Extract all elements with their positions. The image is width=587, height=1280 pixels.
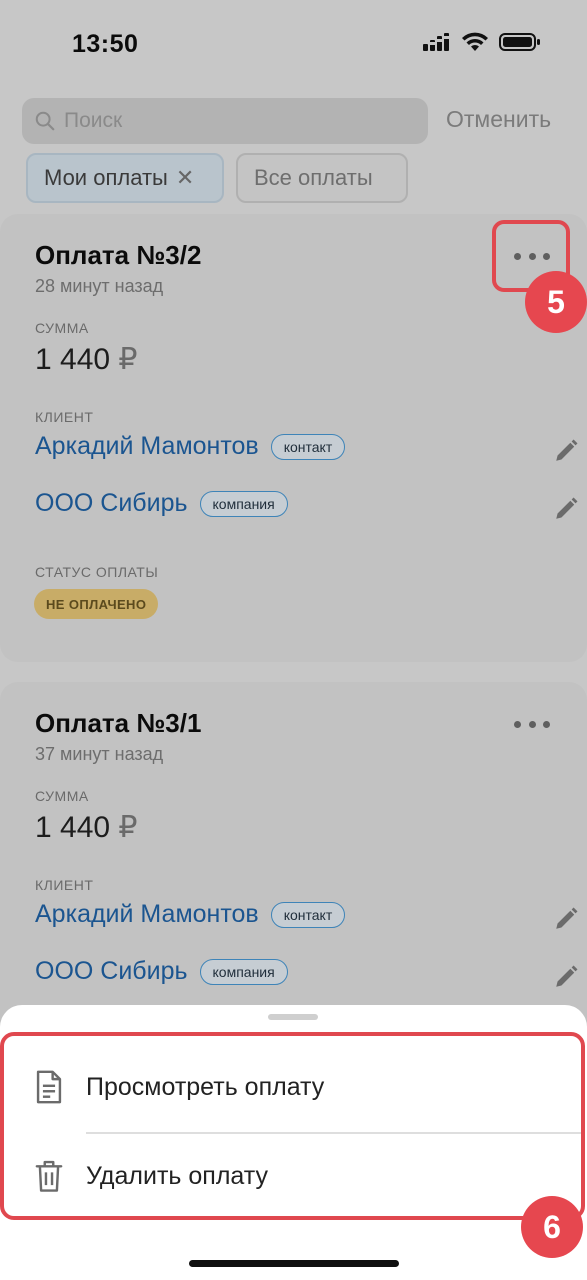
dot bbox=[514, 720, 521, 728]
view-payment-menu-item[interactable]: Просмотреть оплату bbox=[4, 1042, 581, 1132]
action-menu-highlight: Просмотреть оплату Удалить оплату bbox=[0, 1032, 585, 1220]
search-input[interactable]: Поиск bbox=[22, 98, 428, 144]
client-type-tag: компания bbox=[199, 958, 288, 985]
sheet-handle[interactable] bbox=[268, 1014, 318, 1020]
document-icon bbox=[36, 1070, 62, 1104]
amount-label: СУММА bbox=[35, 788, 89, 804]
search-icon bbox=[35, 111, 55, 131]
screen: 13:50 Поиск Отменить Мои оплаты ✕ Все оп… bbox=[0, 0, 587, 1280]
pencil-icon[interactable] bbox=[553, 496, 579, 522]
status-badge: НЕ ОПЛАЧЕНО bbox=[34, 589, 159, 619]
client-name-link[interactable]: ООО Сибирь bbox=[35, 489, 188, 518]
home-indicator bbox=[189, 1260, 399, 1267]
payment-time-ago: 37 минут назад bbox=[35, 744, 164, 764]
client-row: Аркадий Мамонтов контакт bbox=[35, 432, 346, 461]
client-type-tag: контакт bbox=[270, 433, 346, 460]
step-badge-5: 5 bbox=[525, 271, 587, 333]
client-name-link[interactable]: ООО Сибирь bbox=[35, 957, 188, 986]
more-options-button[interactable] bbox=[514, 714, 550, 734]
filter-chip-label: Мои оплаты bbox=[44, 165, 168, 190]
client-label: КЛИЕНТ bbox=[35, 409, 94, 425]
action-sheet: Просмотреть оплату Удалить оплату bbox=[0, 1005, 587, 1280]
status-icons bbox=[423, 32, 541, 52]
currency-symbol: ₽ bbox=[118, 343, 138, 376]
payment-amount: 1 440 ₽ bbox=[35, 342, 138, 377]
client-label: КЛИЕНТ bbox=[35, 877, 94, 893]
currency-symbol: ₽ bbox=[118, 811, 138, 844]
cancel-button[interactable]: Отменить bbox=[446, 106, 551, 133]
trash-icon bbox=[35, 1160, 63, 1192]
client-name-link[interactable]: Аркадий Мамонтов bbox=[35, 900, 259, 929]
payment-title: Оплата №3/1 bbox=[35, 708, 202, 738]
filter-chip-label: Все оплаты bbox=[254, 165, 373, 190]
cellular-signal-icon bbox=[423, 33, 449, 51]
status-time: 13:50 bbox=[72, 30, 139, 58]
client-type-tag: компания bbox=[199, 490, 288, 517]
dot bbox=[528, 720, 536, 728]
client-name-link[interactable]: Аркадий Мамонтов bbox=[35, 432, 259, 461]
amount-value: 1 440 bbox=[35, 343, 111, 376]
dot bbox=[543, 720, 550, 728]
wifi-icon bbox=[462, 32, 488, 51]
close-icon[interactable]: ✕ bbox=[176, 165, 194, 191]
battery-icon bbox=[499, 33, 540, 51]
pencil-icon[interactable] bbox=[553, 906, 579, 932]
client-type-tag: контакт bbox=[270, 901, 346, 928]
client-row: Аркадий Мамонтов контакт bbox=[35, 900, 346, 929]
pencil-icon[interactable] bbox=[553, 438, 579, 464]
delete-payment-menu-item[interactable]: Удалить оплату bbox=[4, 1131, 581, 1221]
payment-amount: 1 440 ₽ bbox=[35, 810, 138, 845]
search-placeholder: Поиск bbox=[64, 109, 123, 132]
menu-item-label: Просмотреть оплату bbox=[86, 1072, 325, 1101]
status-bar: 13:50 bbox=[0, 0, 587, 90]
menu-item-label: Удалить оплату bbox=[86, 1161, 269, 1190]
pencil-icon[interactable] bbox=[553, 964, 579, 990]
filter-chip-my-payments[interactable]: Мои оплаты ✕ bbox=[26, 153, 224, 203]
client-row: ООО Сибирь компания bbox=[35, 489, 288, 518]
client-row: ООО Сибирь компания bbox=[35, 957, 288, 986]
payment-title: Оплата №3/2 bbox=[35, 240, 202, 270]
payment-status-label: СТАТУС ОПЛАТЫ bbox=[35, 564, 159, 580]
amount-label: СУММА bbox=[35, 320, 89, 336]
amount-value: 1 440 bbox=[35, 811, 111, 844]
step-badge-6: 6 bbox=[521, 1196, 583, 1258]
filter-chip-all-payments[interactable]: Все оплаты bbox=[236, 153, 408, 203]
payment-time-ago: 28 минут назад bbox=[35, 276, 164, 296]
